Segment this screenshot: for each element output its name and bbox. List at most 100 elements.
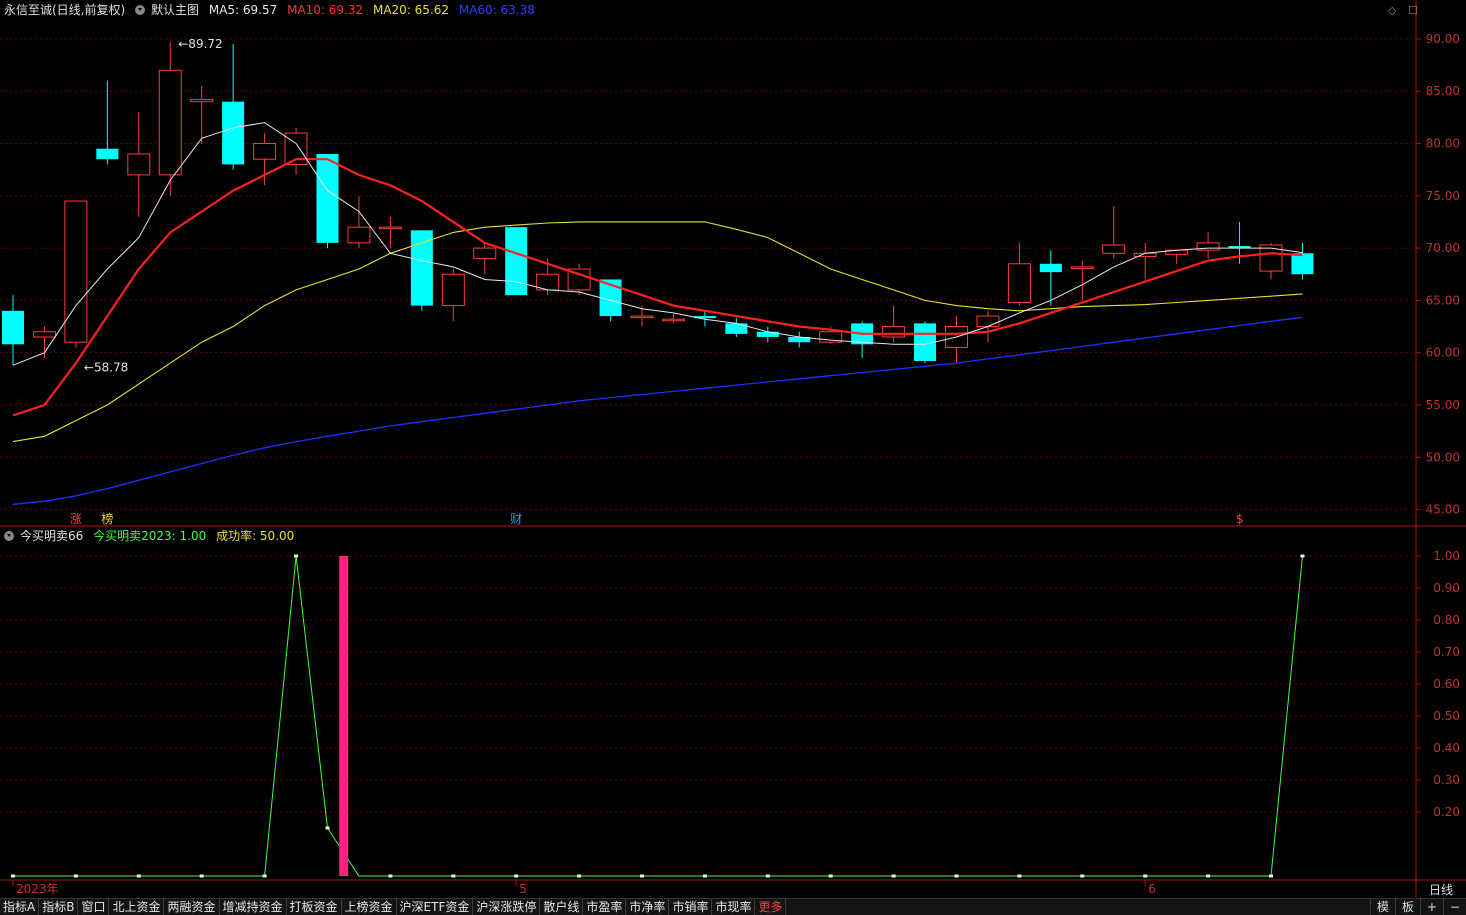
sub-indicator-point: [199, 874, 204, 878]
sub-indicator-point: [451, 874, 456, 878]
candle-body: [96, 148, 119, 160]
toolbar-item[interactable]: 沪深涨跌停: [473, 899, 541, 915]
sub-indicator-point: [294, 554, 299, 558]
y-tick-label: 80.00: [1426, 137, 1460, 151]
y-tick-label: 0.50: [1433, 709, 1460, 723]
candle-body: [630, 315, 654, 319]
sub-indicator-point: [640, 874, 644, 878]
y-tick-label: 0.70: [1433, 645, 1460, 659]
candle-body: [1070, 266, 1094, 269]
y-tick-label: 0.80: [1433, 613, 1460, 627]
signal-bar: [339, 556, 349, 876]
event-marker: 财: [510, 512, 522, 526]
toolbar-item[interactable]: 上榜资金: [342, 899, 397, 915]
chart-canvas[interactable]: 45.00 50.00 55.00 60.00 65.00 70.00 75.00 80.00…: [0, 0, 1466, 898]
zoom-out-button[interactable]: −: [1442, 899, 1466, 915]
toolbar-item[interactable]: 指标B: [39, 899, 79, 915]
ma20-value: MA20: 65.62: [372, 3, 450, 17]
event-marker: 涨: [70, 511, 82, 526]
candle-body: [505, 227, 528, 296]
candle-body: [1102, 244, 1126, 254]
template-button[interactable]: 模: [1369, 899, 1395, 915]
candle-body: [64, 200, 88, 343]
y-tick-label: 0.90: [1433, 581, 1460, 595]
sub-indicator-point: [262, 874, 267, 878]
board-button[interactable]: 板: [1394, 899, 1420, 915]
sub-indicator-point: [1017, 874, 1022, 878]
y-tick-label: 1.00: [1433, 549, 1460, 563]
candle-body: [347, 226, 371, 244]
sub-indicator-point: [1143, 874, 1148, 878]
toolbar-item[interactable]: 窗口: [78, 899, 110, 915]
success-rate: 成功率: 50.00: [216, 529, 295, 543]
diamond-icon[interactable]: ◇: [1388, 4, 1396, 17]
y-tick-label: 0.40: [1433, 741, 1460, 755]
event-marker: $: [1236, 512, 1244, 526]
candle-body: [32, 331, 56, 338]
x-tick-label: 2023年: [16, 882, 59, 896]
candle-body: [1007, 263, 1031, 303]
toolbar-item[interactable]: 北上资金: [109, 899, 165, 915]
candle-body: [127, 153, 151, 176]
y-tick-label: 0.20: [1433, 805, 1460, 819]
dropdown-icon[interactable]: [4, 531, 14, 541]
sub-indicator-point: [136, 874, 141, 878]
toolbar-item[interactable]: 指标A: [0, 899, 40, 915]
candle-body: [882, 326, 906, 338]
toolbar-item[interactable]: 市销率: [669, 899, 713, 915]
sub-indicator-point: [1080, 874, 1085, 878]
top-right-icons: ◇ ☐: [1380, 4, 1418, 17]
dropdown-icon[interactable]: [135, 5, 146, 15]
toolbar-item[interactable]: 市净率: [626, 899, 670, 915]
y-tick-label: 75.00: [1426, 189, 1460, 203]
toolbar-right: 模板 + −: [1369, 899, 1466, 915]
sub-indicator-point: [73, 874, 78, 878]
sub-indicator-point: [1269, 874, 1273, 878]
zoom-in-button[interactable]: +: [1419, 899, 1443, 915]
stock-title[interactable]: 永信至诚(日线,前复权): [4, 3, 125, 17]
ma60-line: [12, 316, 1303, 505]
bottom-toolbar: 指标A 指标B 窗口 北上资金 两融资金 增减持资金 打板资金 上榜资金 沪深ETF资金 沪深涨跌…: [0, 898, 1466, 915]
sub-indicator-point: [577, 874, 582, 878]
toolbar-item[interactable]: 市现率: [712, 899, 756, 915]
ma5-value: MA5: 69.57: [208, 3, 278, 17]
y-tick-label: 60.00: [1426, 346, 1460, 360]
candle-body: [190, 99, 214, 103]
x-tick-label: 5: [519, 882, 527, 896]
sub-indicator-point: [1300, 554, 1305, 558]
toolbar-item[interactable]: 增减持资金: [220, 899, 287, 915]
candle-body: [253, 143, 277, 160]
y-tick-label: 0.60: [1433, 677, 1460, 691]
period-label[interactable]: 日线: [1416, 883, 1466, 898]
sub-indicator-point: [702, 874, 707, 878]
sub-chart-header: 今买明卖66 今买明卖2023: 1.00 成功率: 50.00: [4, 528, 300, 544]
toolbar-item[interactable]: 两融资金: [164, 899, 220, 915]
sub-indicator-point: [514, 874, 519, 878]
ma20-line: [12, 221, 1303, 443]
sub-indicator-label[interactable]: 今买明卖66: [20, 529, 83, 543]
sub-indicator-point: [388, 874, 393, 878]
main-chart-header: 永信至诚(日线,前复权) 默认主图 MA5: 69.57 MA10: 69.32…: [4, 2, 541, 18]
candle-body: [2, 310, 24, 345]
toolbar-item[interactable]: 沪深ETF资金: [397, 899, 474, 915]
window-icon[interactable]: ☐: [1408, 4, 1418, 17]
sub-indicator-value: 今买明卖2023: 1.00: [93, 529, 207, 543]
ma5-line: [12, 122, 1303, 366]
main-indicator-label[interactable]: 默认主图: [151, 3, 199, 17]
sub-indicator-point: [11, 874, 15, 878]
candle-body: [473, 247, 497, 260]
y-tick-label: 90.00: [1426, 32, 1460, 46]
sub-indicator-point: [954, 874, 959, 878]
toolbar-item[interactable]: 市盈率: [583, 899, 627, 915]
toolbar-item[interactable]: 散户线: [540, 899, 584, 915]
candle-body: [1039, 263, 1062, 273]
sub-indicator-point: [891, 874, 896, 878]
price-annotation: ←58.78: [84, 360, 128, 374]
sub-indicator-point: [1206, 874, 1211, 878]
candle-body: [441, 273, 465, 307]
toolbar-item[interactable]: 打板资金: [287, 899, 342, 915]
price-annotation: ←89.72: [178, 37, 222, 51]
event-marker: 榜: [101, 511, 113, 526]
candle-body: [1291, 253, 1314, 275]
toolbar-item[interactable]: 更多: [755, 899, 787, 915]
